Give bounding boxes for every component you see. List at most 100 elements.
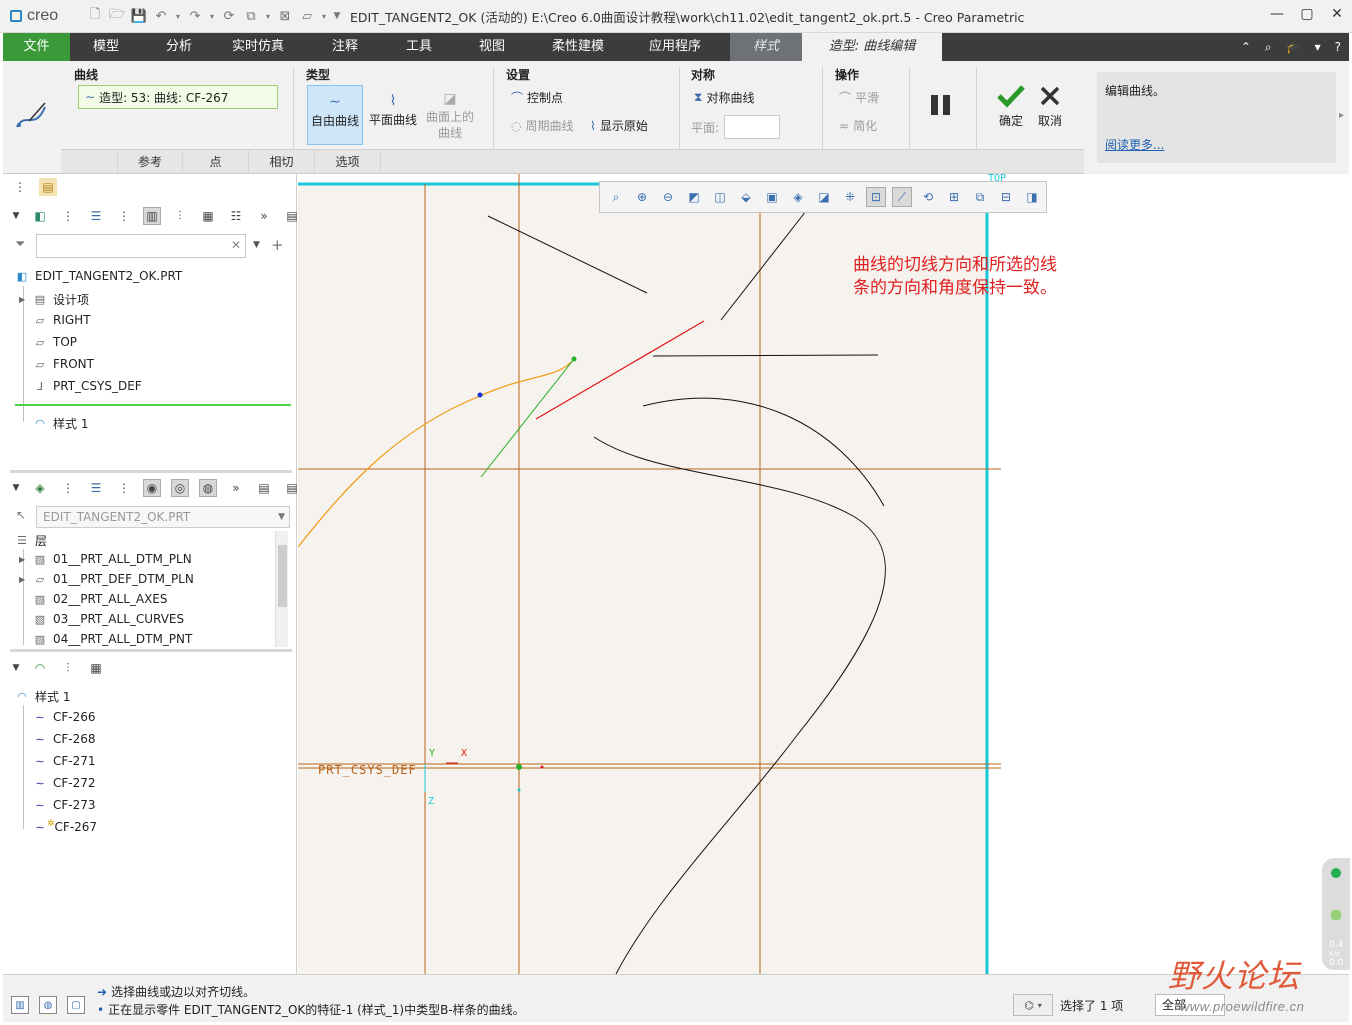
annotation-display-icon[interactable]: ◨	[1022, 187, 1042, 207]
learning-dropdown-icon[interactable]: ▾	[1315, 40, 1321, 55]
full-screen-icon[interactable]: ▢	[67, 996, 85, 1014]
free-curve-button[interactable]: ∼ 自由曲线	[307, 85, 363, 145]
tab-tangent[interactable]: 相切	[249, 150, 315, 173]
undo-icon[interactable]: ↶	[152, 7, 170, 25]
redo-dropdown-icon[interactable]: ▾	[208, 7, 216, 25]
tree-item-style-feature[interactable]: ◠ 样式 1	[33, 415, 88, 432]
datum-display-icon[interactable]: ⁜	[840, 187, 860, 207]
menu-analysis[interactable]: 分析	[142, 33, 216, 61]
menu-view[interactable]: 视图	[448, 33, 536, 61]
perspective-icon[interactable]: ◈	[788, 187, 808, 207]
layer-collapse-icon[interactable]: ☰	[87, 479, 105, 497]
style-curve-item[interactable]: ∼ CF-272	[33, 776, 95, 790]
layer-visibility-icon[interactable]: ◉	[143, 479, 161, 497]
toggle-navigator-icon[interactable]: ▥	[11, 996, 29, 1014]
show-icon[interactable]: ☷	[227, 207, 245, 225]
tangent-endpoint[interactable]	[571, 356, 577, 362]
menu-annotate[interactable]: 注释	[300, 33, 390, 61]
view-manager-icon[interactable]: ▣	[762, 187, 782, 207]
menu-live-simulation[interactable]: 实时仿真	[216, 33, 300, 61]
menu-curve-edit[interactable]: 造型: 曲线编辑	[802, 33, 942, 61]
collapse-icon[interactable]: ☰	[87, 207, 105, 225]
curvature-display-icon[interactable]: ⊡	[866, 187, 886, 207]
style-curve-item[interactable]: ∼ CF-271	[33, 754, 95, 768]
tab-options[interactable]: 选项	[315, 150, 381, 173]
menu-tools[interactable]: 工具	[390, 33, 448, 61]
layer-model-combo[interactable]: EDIT_TANGENT2_OK.PRT ▼	[36, 506, 290, 528]
layer-expand-icon[interactable]: ⋮	[115, 479, 133, 497]
tab-points[interactable]: 点	[183, 150, 249, 173]
ribbon-expand-icon[interactable]: ▸	[1339, 110, 1344, 121]
layout-icon[interactable]: ⊟	[996, 187, 1016, 207]
windows-icon[interactable]: ⧉	[242, 7, 260, 25]
active-plane-icon[interactable]: ⧉	[970, 187, 990, 207]
repaint-icon[interactable]: ◩	[684, 187, 704, 207]
layer-header[interactable]: ☰ 层	[15, 532, 47, 549]
tree-settings-icon[interactable]: ▦	[199, 207, 217, 225]
tree-filter-icon[interactable]: ⫶	[171, 207, 189, 225]
layer-scrollbar[interactable]	[275, 531, 288, 647]
learning-icon[interactable]: 🎓	[1286, 40, 1301, 55]
save-icon[interactable]: 💾	[130, 7, 148, 25]
layer-menu-icon[interactable]: ⋮	[59, 479, 77, 497]
find-button[interactable]: ⌬ ▾	[1013, 994, 1053, 1016]
zoom-in-icon[interactable]: ⊕	[632, 187, 652, 207]
expand-icon[interactable]: ⋮	[115, 207, 133, 225]
symmetric-curve-toggle[interactable]: ⧗ 对称曲线	[694, 89, 754, 106]
model-tree-tab-icon[interactable]: ⋮	[11, 178, 29, 196]
quick-access-dropdown-icon[interactable]: ▼	[332, 7, 342, 25]
folder-browser-tab-icon[interactable]: ▤	[39, 178, 57, 196]
style-tree-filter-icon[interactable]: ⫶	[59, 659, 77, 677]
menu-flexible-modeling[interactable]: 柔性建模	[536, 33, 620, 61]
layer-item[interactable]: ▧ 04__PRT_ALL_DTM_PNT	[33, 632, 193, 646]
tree-columns-icon[interactable]: ▥	[143, 207, 161, 225]
scrollbar-thumb[interactable]	[278, 545, 287, 607]
model-canvas[interactable]	[298, 174, 1349, 974]
refit-icon[interactable]: ⌕	[606, 187, 626, 207]
combo-dropdown-icon[interactable]: ▼	[278, 507, 285, 527]
layer-properties-icon[interactable]: ▤	[255, 479, 273, 497]
expand-arrow-icon[interactable]: ▶	[19, 295, 27, 304]
sketch-icon[interactable]: ▱	[298, 7, 316, 25]
tree-dropdown-icon[interactable]: ▼	[11, 207, 21, 225]
control-polygon-icon[interactable]: ⟋	[892, 187, 912, 207]
tree-search-input[interactable]: ✕	[36, 234, 246, 258]
cancel-button[interactable]: 取消	[1034, 83, 1066, 129]
zoom-out-icon[interactable]: ⊖	[658, 187, 678, 207]
tree-item-design-items[interactable]: ▶ ▤ 设计项	[19, 291, 89, 308]
spin-center-icon[interactable]: ⟲	[918, 187, 938, 207]
style-curve-item[interactable]: ∼ CF-273	[33, 798, 95, 812]
new-file-icon[interactable]: 🗋	[86, 7, 104, 25]
layer-hide-icon[interactable]: ◎	[171, 479, 189, 497]
layer-item[interactable]: ▧ 02__PRT_ALL_AXES	[33, 592, 168, 606]
tree-menu-icon[interactable]: ⋮	[59, 207, 77, 225]
saved-orientations-icon[interactable]: ⬙	[736, 187, 756, 207]
read-more-link[interactable]: 阅读更多...	[1105, 136, 1164, 153]
layer-isolate-icon[interactable]: ◍	[199, 479, 217, 497]
tree-item-csys[interactable]: ⅃ PRT_CSYS_DEF	[33, 379, 142, 393]
show-original-toggle[interactable]: ⌇ 显示原始	[590, 117, 648, 134]
customize-dropdown-icon[interactable]: ▾	[320, 7, 328, 25]
browser-icon[interactable]: ◍	[39, 996, 57, 1014]
expand-arrow-icon[interactable]: ▶	[19, 555, 27, 564]
tab-references[interactable]: 参考	[117, 150, 183, 173]
style-curve-item[interactable]: ∼ CF-268	[33, 732, 95, 746]
more-icon[interactable]: »	[227, 479, 245, 497]
simplify-button[interactable]: ≈ 简化	[839, 117, 877, 134]
style-tree-settings-icon[interactable]: ▦	[87, 659, 105, 677]
more-icon[interactable]: »	[255, 207, 273, 225]
periodic-curve-toggle[interactable]: ◌ 周期曲线	[511, 117, 574, 134]
search-dropdown-icon[interactable]: ▼	[253, 240, 260, 250]
help-icon[interactable]: ?	[1335, 40, 1341, 55]
minimize-icon[interactable]: —	[1268, 6, 1286, 22]
grid-icon[interactable]: ⊞	[944, 187, 964, 207]
layer-item[interactable]: ▶ ▧ 01__PRT_ALL_DTM_PLN	[19, 552, 192, 566]
insert-here-indicator[interactable]	[15, 404, 291, 406]
pause-button[interactable]	[929, 93, 953, 120]
style-curve-item-active[interactable]: ∼ ✲ CF-267	[33, 819, 97, 834]
minimize-ribbon-icon[interactable]: ⌃	[1241, 40, 1251, 55]
add-filter-icon[interactable]: +	[271, 236, 284, 254]
tree-item-front[interactable]: ▱ FRONT	[33, 357, 94, 371]
style-tree-dropdown-icon[interactable]: ▼	[11, 659, 21, 677]
curve-selector[interactable]: ∼ 造型: 53: 曲线: CF-267	[78, 85, 278, 109]
